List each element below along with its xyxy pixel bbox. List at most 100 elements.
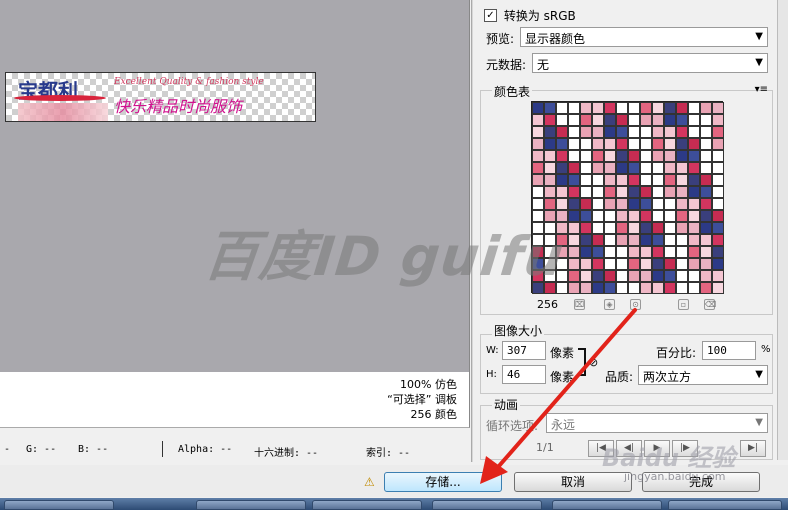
color-swatch[interactable] [652,138,664,150]
color-swatch[interactable] [700,210,712,222]
color-swatch[interactable] [700,126,712,138]
new-color-icon[interactable]: ▫ [678,299,689,310]
color-swatch[interactable] [568,150,580,162]
color-swatch[interactable] [664,186,676,198]
color-swatch[interactable] [568,174,580,186]
color-swatch[interactable] [592,174,604,186]
color-swatch[interactable] [700,246,712,258]
color-swatch[interactable] [580,174,592,186]
color-swatch[interactable] [544,102,556,114]
color-swatch[interactable] [688,162,700,174]
save-button[interactable]: 存储... [384,472,502,492]
color-swatch[interactable] [580,210,592,222]
color-swatch[interactable] [532,162,544,174]
color-swatch[interactable] [592,246,604,258]
color-swatch[interactable] [604,258,616,270]
color-swatch[interactable] [532,174,544,186]
color-swatch[interactable] [700,138,712,150]
color-swatch[interactable] [712,138,724,150]
color-swatch[interactable] [628,162,640,174]
color-swatch[interactable] [676,234,688,246]
color-swatch[interactable] [592,234,604,246]
color-swatch[interactable] [676,162,688,174]
color-swatch[interactable] [580,126,592,138]
color-swatch[interactable] [664,246,676,258]
color-swatch[interactable] [664,150,676,162]
color-swatch[interactable] [628,210,640,222]
color-swatch[interactable] [568,102,580,114]
color-swatch[interactable] [640,270,652,282]
taskbar-item[interactable] [4,500,114,510]
color-swatch[interactable] [604,222,616,234]
color-swatch[interactable] [688,222,700,234]
color-swatch[interactable] [628,114,640,126]
color-swatch[interactable] [628,126,640,138]
color-swatch[interactable] [712,246,724,258]
color-swatch[interactable] [580,114,592,126]
color-swatch[interactable] [592,114,604,126]
color-swatch[interactable] [664,258,676,270]
width-input[interactable]: 307 [502,341,546,360]
color-swatch[interactable] [700,282,712,294]
color-swatch[interactable] [712,150,724,162]
color-swatch[interactable] [688,174,700,186]
color-swatch[interactable] [676,138,688,150]
color-swatch[interactable] [604,114,616,126]
color-swatch[interactable] [700,162,712,174]
color-swatch[interactable] [640,198,652,210]
color-swatch[interactable] [688,210,700,222]
color-swatch[interactable] [616,270,628,282]
taskbar-item[interactable] [432,500,542,510]
color-swatch[interactable] [568,282,580,294]
last-frame-button[interactable]: ▶| [740,440,766,457]
color-swatch[interactable] [616,138,628,150]
color-swatch[interactable] [616,102,628,114]
color-swatch[interactable] [592,162,604,174]
color-swatch[interactable] [640,138,652,150]
color-swatch[interactable] [604,198,616,210]
color-swatch[interactable] [664,102,676,114]
color-swatch[interactable] [628,174,640,186]
color-swatch[interactable] [592,138,604,150]
color-swatch[interactable] [556,150,568,162]
color-swatch[interactable] [580,162,592,174]
color-swatch[interactable] [652,270,664,282]
color-swatch[interactable] [556,174,568,186]
trash-icon[interactable]: ⌫ [704,299,716,310]
color-swatch[interactable] [556,162,568,174]
color-swatch[interactable] [532,138,544,150]
color-swatch[interactable] [568,246,580,258]
color-swatch[interactable] [568,210,580,222]
taskbar-item[interactable] [312,500,422,510]
color-swatch[interactable] [700,198,712,210]
color-swatch[interactable] [652,174,664,186]
color-swatch[interactable] [712,210,724,222]
color-swatch[interactable] [640,282,652,294]
color-swatch[interactable] [652,198,664,210]
color-swatch[interactable] [676,282,688,294]
color-swatch[interactable] [592,102,604,114]
color-swatch[interactable] [664,222,676,234]
convert-srgb-checkbox[interactable]: ✓ [484,9,497,22]
color-swatch[interactable] [580,198,592,210]
color-swatch[interactable] [664,210,676,222]
color-swatch[interactable] [664,114,676,126]
color-swatch[interactable] [676,198,688,210]
color-swatch[interactable] [580,186,592,198]
color-swatch[interactable] [616,174,628,186]
color-swatch[interactable] [544,150,556,162]
color-swatch[interactable] [592,222,604,234]
color-swatch[interactable] [676,114,688,126]
color-swatch[interactable] [592,150,604,162]
color-swatch[interactable] [580,234,592,246]
color-swatch[interactable] [688,198,700,210]
color-swatch[interactable] [712,222,724,234]
color-swatch[interactable] [568,114,580,126]
color-swatch[interactable] [616,282,628,294]
color-swatch[interactable] [688,138,700,150]
color-swatch[interactable] [556,186,568,198]
color-swatch[interactable] [568,138,580,150]
color-swatch[interactable] [568,198,580,210]
color-swatch[interactable] [580,222,592,234]
color-swatch[interactable] [676,102,688,114]
